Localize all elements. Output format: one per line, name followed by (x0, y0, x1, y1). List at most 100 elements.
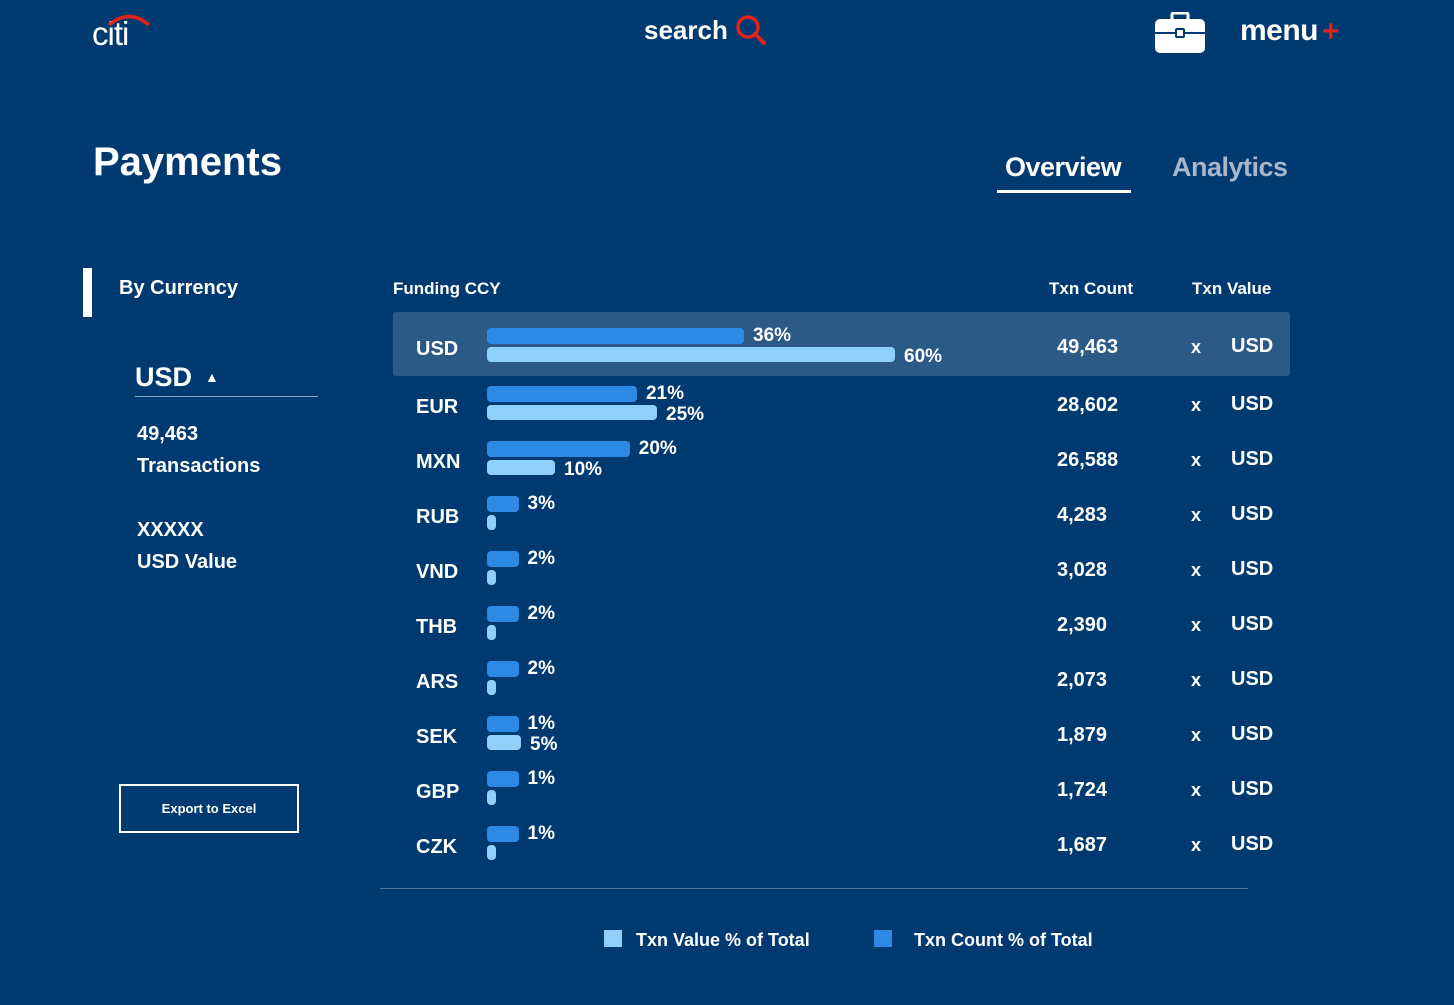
cell-txn-count: 28,602 (1057, 394, 1119, 416)
cell-txn-value: USD (1231, 393, 1274, 415)
label-txn-count-pct: 3% (527, 493, 555, 514)
cell-txn-value: USD (1231, 558, 1274, 580)
bar-txn-count (487, 551, 519, 567)
export-to-excel-button[interactable]: Export to Excel (119, 784, 299, 833)
table-row[interactable]: EUR 21% 25% 28,602 x USD (393, 374, 1290, 429)
legend-swatch-count (874, 930, 892, 947)
cell-x: x (1191, 835, 1202, 855)
bar-txn-count (487, 661, 519, 677)
table-row[interactable]: ARS 2% 2,073 x USD (393, 649, 1290, 704)
citi-logo[interactable]: citi (92, 14, 162, 54)
cell-txn-count: 1,687 (1057, 834, 1108, 856)
table-row[interactable]: SEK 1% 5% 1,879 x USD (393, 704, 1290, 759)
bar-txn-value (487, 625, 496, 640)
bar-txn-count (487, 826, 519, 842)
table-divider (380, 888, 1248, 889)
cell-currency: MXN (416, 451, 461, 473)
cell-currency: RUB (416, 506, 460, 528)
label-txn-count-pct: 20% (638, 438, 677, 459)
label-txn-value-pct: 25% (666, 404, 705, 425)
transactions-count: 49,463 (137, 423, 199, 445)
column-header-txn-count: Txn Count (1049, 279, 1134, 298)
cell-txn-value: USD (1231, 668, 1274, 690)
cell-x: x (1191, 505, 1202, 525)
cell-x: x (1191, 450, 1202, 470)
table-row[interactable]: USD 36% 60% 49,463 x USD (393, 312, 1290, 376)
label-txn-count-pct: 1% (527, 768, 555, 789)
table-row[interactable]: MXN 20% 10% 26,588 x USD (393, 429, 1290, 484)
cell-txn-value: USD (1231, 723, 1274, 745)
search-button[interactable]: search (644, 12, 768, 48)
logo-arc-icon (107, 14, 151, 26)
plus-icon: + (1322, 15, 1340, 48)
bar-txn-count (487, 496, 519, 512)
cell-currency: EUR (416, 396, 459, 418)
cell-currency: USD (416, 338, 459, 360)
cell-txn-count: 3,028 (1057, 559, 1108, 581)
cell-txn-value: USD (1231, 503, 1274, 525)
legend-label-value: Txn Value % of Total (636, 930, 810, 950)
label-txn-count-pct: 21% (645, 383, 684, 404)
menu-label: menu (1240, 14, 1319, 47)
table-row[interactable]: VND 2% 3,028 x USD (393, 539, 1290, 594)
transactions-label: Transactions (137, 455, 261, 477)
table-row[interactable]: RUB 3% 4,283 x USD (393, 484, 1290, 539)
cell-currency: CZK (416, 836, 458, 858)
page-title: Payments (93, 140, 282, 184)
bar-txn-value (487, 735, 521, 750)
cell-txn-count: 4,283 (1057, 504, 1108, 526)
label-txn-value-pct: 5% (530, 734, 558, 755)
label-txn-value-pct: 60% (904, 346, 943, 367)
currency-select-value: USD (135, 362, 193, 392)
tab-overview[interactable]: Overview (1005, 152, 1122, 183)
tab-analytics[interactable]: Analytics (1172, 152, 1288, 183)
cell-currency: GBP (416, 781, 460, 803)
label-txn-count-pct: 2% (527, 603, 555, 624)
label-txn-count-pct: 1% (527, 713, 555, 734)
cell-txn-value: USD (1231, 778, 1274, 800)
table-row[interactable]: THB 2% 2,390 x USD (393, 594, 1290, 649)
cell-txn-count: 26,588 (1057, 449, 1119, 471)
menu-button[interactable]: menu + (1240, 12, 1340, 50)
table-row[interactable]: CZK 1% 1,687 x USD (393, 814, 1290, 869)
label-txn-count-pct: 1% (527, 823, 555, 844)
active-tab-indicator (997, 190, 1131, 193)
search-icon (736, 15, 766, 45)
cell-txn-count: 1,879 (1057, 724, 1108, 746)
cell-x: x (1191, 670, 1202, 690)
section-title: By Currency (119, 277, 238, 299)
cell-txn-value: USD (1231, 833, 1274, 855)
briefcase-icon[interactable] (1154, 12, 1206, 54)
label-txn-count-pct: 2% (527, 658, 555, 679)
legend-swatch-value (604, 930, 622, 947)
cell-txn-value: USD (1231, 448, 1274, 470)
cell-txn-value: USD (1231, 613, 1274, 635)
column-header-funding-ccy: Funding CCY (393, 279, 501, 298)
cell-x: x (1191, 337, 1202, 357)
bar-txn-count (487, 441, 630, 457)
bar-txn-count (487, 716, 519, 732)
column-header-txn-value: Txn Value (1192, 279, 1272, 298)
bar-txn-value (487, 570, 496, 585)
bar-txn-count (487, 328, 745, 344)
cell-x: x (1191, 780, 1202, 800)
cell-x: x (1191, 615, 1202, 635)
table-row[interactable]: GBP 1% 1,724 x USD (393, 759, 1290, 814)
usd-value: XXXXX (137, 519, 204, 541)
section-marker (83, 268, 92, 317)
cell-currency: VND (416, 561, 459, 583)
cell-txn-count: 2,390 (1057, 614, 1108, 636)
search-label: search (644, 14, 728, 45)
legend-label-count: Txn Count % of Total (914, 930, 1093, 950)
cell-x: x (1191, 560, 1202, 580)
bar-txn-value (487, 515, 496, 530)
cell-x: x (1191, 395, 1202, 415)
label-txn-value-pct: 10% (564, 459, 603, 480)
label-txn-count-pct: 2% (527, 548, 555, 569)
bar-txn-count (487, 386, 637, 402)
usd-value-label: USD Value (137, 551, 238, 573)
cell-txn-count: 2,073 (1057, 669, 1108, 691)
cell-txn-count: 1,724 (1057, 779, 1108, 801)
label-txn-count-pct: 36% (753, 325, 792, 346)
currency-select[interactable]: USD ▲ (135, 360, 318, 397)
